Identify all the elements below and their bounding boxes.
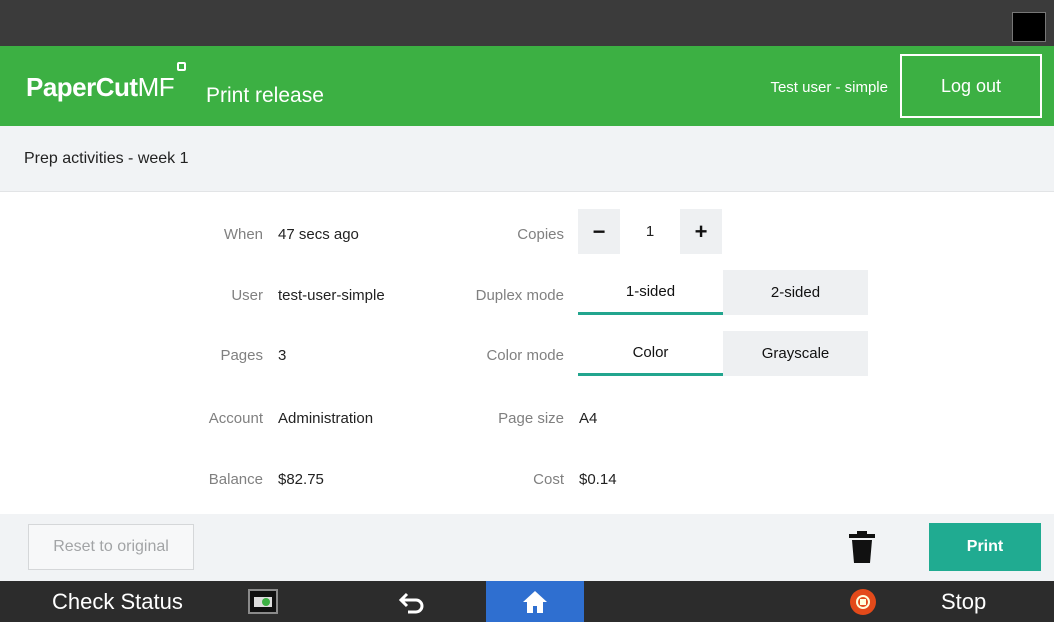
job-name: Prep activities - week 1 bbox=[24, 150, 189, 167]
night-mode-button[interactable] bbox=[1012, 12, 1046, 42]
duplex-mode-toggle: 1-sided 2-sided bbox=[578, 270, 868, 315]
balance-label: Balance bbox=[208, 471, 263, 488]
reset-to-original-button[interactable]: Reset to original bbox=[28, 524, 194, 570]
copies-stepper: − 1 + bbox=[578, 209, 722, 254]
duplex-option-1-sided[interactable]: 1-sided bbox=[578, 270, 723, 315]
pages-label: Pages bbox=[220, 347, 263, 364]
balance-value: $82.75 bbox=[278, 471, 324, 488]
trash-icon bbox=[849, 531, 875, 563]
stop-button[interactable]: Stop bbox=[941, 589, 986, 615]
current-user: Test user - simple bbox=[770, 79, 888, 96]
color-mode-label: Color mode bbox=[486, 347, 564, 364]
printer-status-icon[interactable] bbox=[248, 589, 278, 614]
home-icon bbox=[523, 590, 547, 613]
papercut-logo: PaperCutMF bbox=[26, 62, 187, 103]
duplex-option-2-sided[interactable]: 2-sided bbox=[723, 270, 868, 315]
system-top-bar bbox=[0, 0, 1054, 46]
page-title: Print release bbox=[206, 84, 324, 107]
copies-count[interactable]: 1 bbox=[620, 209, 680, 254]
print-button[interactable]: Print bbox=[929, 523, 1041, 571]
when-value: 47 secs ago bbox=[278, 226, 359, 243]
back-arrow-icon[interactable] bbox=[398, 590, 426, 614]
job-title-bar: Prep activities - week 1 bbox=[0, 126, 1054, 192]
color-option-grayscale[interactable]: Grayscale bbox=[723, 331, 868, 376]
pages-value: 3 bbox=[278, 347, 287, 364]
action-bar: Reset to original Print bbox=[0, 514, 1054, 581]
home-button[interactable] bbox=[486, 581, 584, 622]
device-control-bar: Check Status Stop bbox=[0, 581, 1054, 622]
stop-icon[interactable] bbox=[850, 589, 876, 615]
when-label: When bbox=[223, 226, 263, 243]
account-label: Account bbox=[208, 410, 263, 427]
user-label: User bbox=[231, 287, 263, 304]
page-size-label: Page size bbox=[498, 410, 564, 427]
user-value: test-user-simple bbox=[278, 287, 385, 304]
app-header: PaperCutMF Print release Test user - sim… bbox=[0, 46, 1054, 126]
account-value: Administration bbox=[278, 410, 374, 427]
duplex-mode-label: Duplex mode bbox=[475, 287, 564, 304]
cost-label: Cost bbox=[533, 471, 564, 488]
cost-value: $0.14 bbox=[579, 471, 617, 488]
color-mode-toggle: Color Grayscale bbox=[578, 331, 868, 376]
delete-job-button[interactable] bbox=[846, 530, 878, 564]
logout-button[interactable]: Log out bbox=[900, 54, 1042, 118]
copies-label: Copies bbox=[517, 226, 564, 243]
copies-decrement-button[interactable]: − bbox=[578, 209, 620, 254]
copies-increment-button[interactable]: + bbox=[680, 209, 722, 254]
page-size-value: A4 bbox=[579, 410, 598, 427]
moon-icon bbox=[1024, 19, 1032, 35]
color-option-color[interactable]: Color bbox=[578, 331, 723, 376]
check-status-button[interactable]: Check Status bbox=[52, 589, 183, 615]
